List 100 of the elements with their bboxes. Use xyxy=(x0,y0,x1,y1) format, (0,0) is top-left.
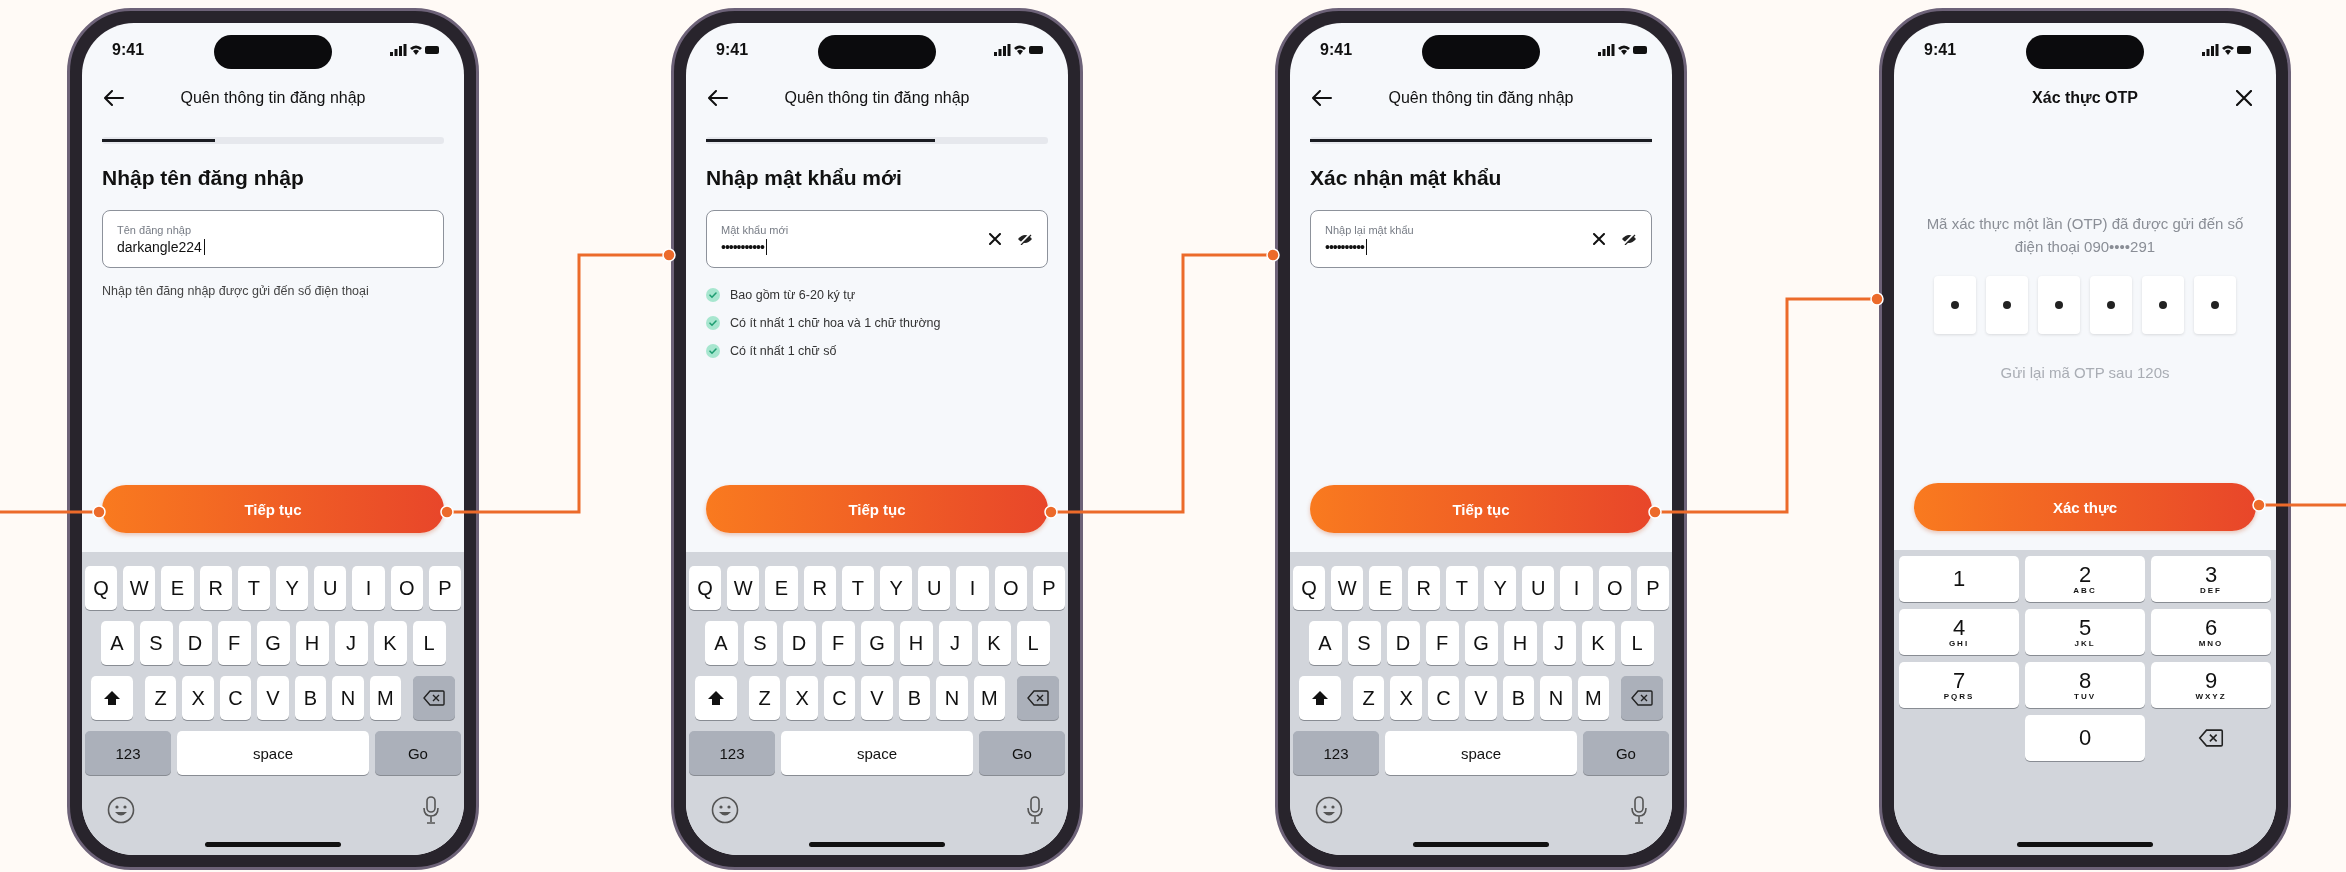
backspace-key[interactable] xyxy=(1621,676,1664,720)
keyboard-key[interactable]: H xyxy=(1503,621,1537,665)
keyboard-key[interactable]: G xyxy=(1464,621,1498,665)
number-key[interactable]: 7 PQRS xyxy=(1899,662,2019,708)
input-field[interactable]: Mật khẩu mới ••••••••••• xyxy=(706,210,1048,268)
keyboard-key[interactable]: G xyxy=(860,621,894,665)
emoji-icon[interactable] xyxy=(1315,796,1343,824)
keyboard-key[interactable]: N xyxy=(1540,676,1572,720)
input-field[interactable]: Tên đăng nhập darkangle224 xyxy=(102,210,444,268)
keyboard-key[interactable]: Z xyxy=(748,676,781,720)
keyboard-key[interactable]: V xyxy=(257,676,289,720)
keyboard-key[interactable]: J xyxy=(334,621,368,665)
otp-digit-field[interactable] xyxy=(2142,276,2184,334)
hide-password-icon[interactable] xyxy=(1017,233,1033,245)
keyboard-key[interactable]: B xyxy=(898,676,931,720)
keyboard-key[interactable]: Z xyxy=(144,676,177,720)
go-key[interactable]: Go xyxy=(978,731,1065,775)
space-key[interactable]: space xyxy=(781,731,973,775)
keyboard-key[interactable]: X xyxy=(786,676,818,720)
keyboard-key[interactable]: S xyxy=(743,621,777,665)
keyboard-key[interactable]: B xyxy=(294,676,327,720)
number-key[interactable]: 1 xyxy=(1899,556,2019,602)
keyboard-key[interactable]: U xyxy=(314,566,347,610)
keyboard-key[interactable]: A xyxy=(1308,621,1342,665)
keyboard-key[interactable]: T xyxy=(237,566,270,610)
keyboard-key[interactable]: P xyxy=(1032,566,1065,610)
keyboard-key[interactable]: S xyxy=(139,621,173,665)
keyboard-key[interactable]: A xyxy=(704,621,738,665)
keyboard-key[interactable]: Y xyxy=(880,566,913,610)
keyboard-key[interactable]: V xyxy=(861,676,893,720)
keyboard-key[interactable]: U xyxy=(918,566,951,610)
close-icon[interactable] xyxy=(2236,90,2252,106)
hide-password-icon[interactable] xyxy=(1621,233,1637,245)
keyboard-key[interactable]: O xyxy=(390,566,423,610)
keyboard-key[interactable]: P xyxy=(1636,566,1669,610)
emoji-icon[interactable] xyxy=(107,796,135,824)
otp-digit-field[interactable] xyxy=(2194,276,2236,334)
keyboard-key[interactable]: E xyxy=(161,566,194,610)
backspace-key[interactable] xyxy=(413,676,456,720)
go-key[interactable]: Go xyxy=(1582,731,1669,775)
keyboard-key[interactable]: X xyxy=(182,676,214,720)
keyboard-key[interactable]: R xyxy=(1407,566,1440,610)
keyboard-key[interactable]: O xyxy=(1598,566,1631,610)
otp-digit-field[interactable] xyxy=(1934,276,1976,334)
numbers-key[interactable]: 123 xyxy=(1293,731,1380,775)
keyboard-key[interactable]: E xyxy=(1369,566,1402,610)
keyboard-key[interactable]: T xyxy=(1445,566,1478,610)
keyboard-key[interactable]: C xyxy=(1427,676,1460,720)
keyboard-key[interactable]: Q xyxy=(1293,566,1326,610)
keyboard-key[interactable]: T xyxy=(841,566,874,610)
numbers-key[interactable]: 123 xyxy=(689,731,776,775)
keyboard-key[interactable]: L xyxy=(1016,621,1050,665)
otp-digit-field[interactable] xyxy=(2090,276,2132,334)
keyboard-key[interactable]: K xyxy=(977,621,1011,665)
keyboard-key[interactable]: P xyxy=(428,566,461,610)
keyboard-key[interactable]: X xyxy=(1390,676,1422,720)
keyboard-key[interactable]: F xyxy=(821,621,855,665)
keyboard-key[interactable]: K xyxy=(373,621,407,665)
keyboard-key[interactable]: Q xyxy=(85,566,118,610)
keyboard-key[interactable]: N xyxy=(936,676,968,720)
keyboard-key[interactable]: Y xyxy=(276,566,309,610)
keyboard-key[interactable]: E xyxy=(765,566,798,610)
input-field[interactable]: Nhập lại mật khẩu •••••••••• xyxy=(1310,210,1652,268)
keyboard-key[interactable]: C xyxy=(823,676,856,720)
keyboard-key[interactable]: Y xyxy=(1484,566,1517,610)
keyboard-key[interactable]: F xyxy=(1425,621,1459,665)
keyboard-key[interactable]: V xyxy=(1465,676,1497,720)
keyboard-key[interactable]: D xyxy=(178,621,212,665)
number-key[interactable]: 4 GHI xyxy=(1899,609,2019,655)
keyboard-key[interactable]: W xyxy=(1331,566,1364,610)
shift-key[interactable] xyxy=(1299,676,1341,720)
backspace-icon[interactable] xyxy=(2198,729,2224,747)
keyboard-key[interactable]: A xyxy=(100,621,134,665)
numbers-key[interactable]: 123 xyxy=(85,731,172,775)
keyboard-key[interactable]: Z xyxy=(1352,676,1385,720)
keyboard-key[interactable]: O xyxy=(994,566,1027,610)
space-key[interactable]: space xyxy=(177,731,369,775)
keyboard-key[interactable]: Q xyxy=(689,566,722,610)
number-key[interactable]: 5 JKL xyxy=(2025,609,2145,655)
number-key[interactable]: 2 ABC xyxy=(2025,556,2145,602)
shift-key[interactable] xyxy=(695,676,737,720)
keyboard-key[interactable]: L xyxy=(412,621,446,665)
space-key[interactable]: space xyxy=(1385,731,1577,775)
keyboard-key[interactable]: W xyxy=(123,566,156,610)
otp-digit-field[interactable] xyxy=(2038,276,2080,334)
keyboard-key[interactable]: M xyxy=(973,676,1006,720)
keyboard-key[interactable]: I xyxy=(1560,566,1593,610)
keyboard-key[interactable]: C xyxy=(219,676,252,720)
keyboard-key[interactable]: D xyxy=(782,621,816,665)
otp-digit-field[interactable] xyxy=(1986,276,2028,334)
back-arrow-icon[interactable] xyxy=(104,90,124,106)
back-arrow-icon[interactable] xyxy=(708,90,728,106)
backspace-key[interactable] xyxy=(1017,676,1060,720)
keyboard-key[interactable]: D xyxy=(1386,621,1420,665)
keyboard-key[interactable]: H xyxy=(899,621,933,665)
keyboard-key[interactable]: I xyxy=(956,566,989,610)
keyboard-key[interactable]: F xyxy=(217,621,251,665)
keyboard-key[interactable]: M xyxy=(1577,676,1610,720)
keyboard-key[interactable]: N xyxy=(332,676,364,720)
keyboard-key[interactable]: W xyxy=(727,566,760,610)
